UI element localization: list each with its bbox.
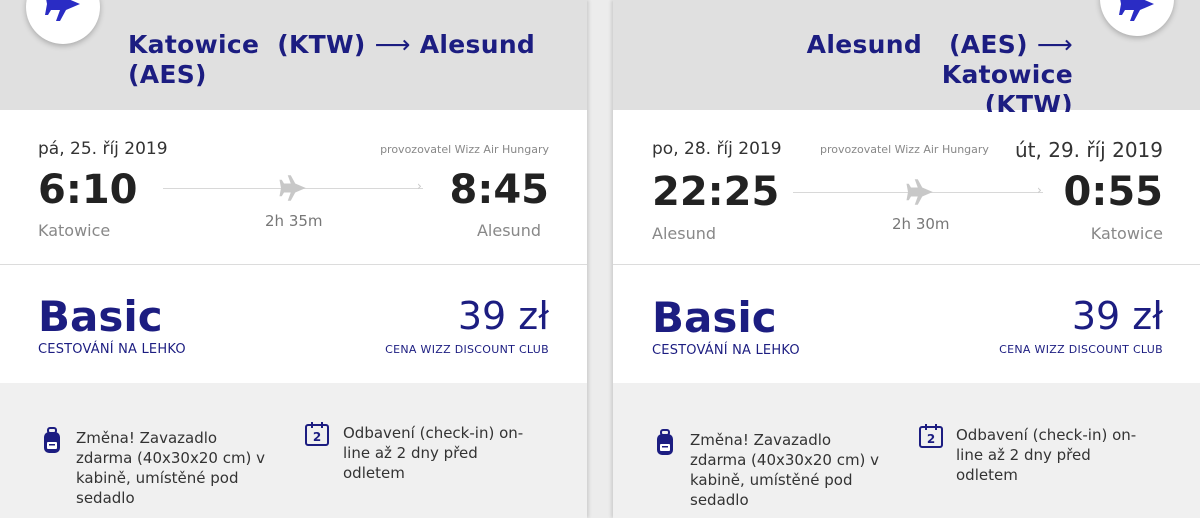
flight-duration: 2h 30m — [892, 215, 950, 233]
operator-label: provozovatel Wizz Air Hungary — [380, 143, 549, 156]
flight-header: Alesund (AES) ⟶ Katowice (KTW) — [613, 0, 1200, 119]
fare-section[interactable]: Basic CESTOVÁNÍ NA LEHKO 39 zł CENA WIZZ… — [613, 266, 1200, 382]
backpack-icon — [657, 429, 673, 455]
feature-online-checkin: Odbavení (check-in) on-line až 2 dny pře… — [956, 426, 1137, 484]
feature-cabin-bag: Změna! Zavazadlo zdarma (40x30x20 cm) v … — [76, 429, 266, 507]
fare-subtitle: CESTOVÁNÍ NA LEHKO — [38, 342, 186, 357]
route-line-arrowhead-icon: › — [1037, 183, 1042, 197]
price-subtitle: CENA WIZZ DISCOUNT CLUB — [385, 343, 549, 356]
fare-price: 39 zł — [457, 294, 549, 338]
plane-icon — [45, 0, 80, 21]
flight-header: Katowice (KTW) ⟶ Alesund (AES) — [0, 0, 587, 110]
departure-date: pá, 25. říj 2019 — [38, 139, 168, 159]
origin-city: Alesund — [806, 30, 923, 59]
origin-code: (KTW) — [277, 30, 366, 59]
departure-time: 6:10 — [38, 167, 138, 213]
route-line-arrowhead-icon: › — [417, 179, 422, 193]
backpack-icon — [44, 427, 60, 453]
operator-label: provozovatel Wizz Air Hungary — [820, 143, 989, 156]
destination-code: (AES) — [128, 60, 207, 89]
outbound-flight-card[interactable]: Katowice (KTW) ⟶ Alesund (AES) pá, 25. ř… — [0, 0, 587, 518]
arrival-time: 8:45 — [449, 167, 550, 213]
arrival-date: út, 29. říj 2019 — [1015, 138, 1163, 162]
origin-code: (AES) — [949, 30, 1028, 59]
calendar-icon: 2 — [919, 424, 943, 448]
arrival-city: Katowice — [1090, 224, 1163, 243]
calendar-badge: 2 — [313, 430, 321, 444]
route-arrow-icon: ⟶ — [374, 30, 411, 59]
departure-time: 22:25 — [652, 169, 780, 215]
fare-name: Basic — [38, 292, 163, 341]
feature-cabin-bag: Změna! Zavazadlo zdarma (40x30x20 cm) v … — [690, 431, 880, 509]
plane-icon — [1119, 0, 1154, 21]
fare-subtitle: CESTOVÁNÍ NA LEHKO — [652, 343, 800, 358]
fare-price: 39 zł — [1071, 294, 1163, 338]
feature-online-checkin: Odbavení (check-in) on-line až 2 dny pře… — [343, 424, 524, 482]
departure-city: Katowice — [38, 221, 111, 240]
flight-details: po, 28. říj 2019 provozovatel Wizz Air H… — [613, 112, 1200, 265]
flight-duration: 2h 35m — [265, 212, 323, 230]
route-arrow-icon: ⟶ — [1036, 30, 1073, 59]
small-plane-icon — [906, 179, 933, 205]
route-title: Katowice (KTW) ⟶ Alesund (AES) — [128, 30, 548, 90]
fare-section[interactable]: Basic CESTOVÁNÍ NA LEHKO 39 zł CENA WIZZ… — [0, 266, 587, 382]
return-flight-card[interactable]: Alesund (AES) ⟶ Katowice (KTW) po, 28. ř… — [613, 0, 1200, 518]
departure-city: Alesund — [652, 224, 717, 243]
fare-features: Změna! Zavazadlo zdarma (40x30x20 cm) v … — [613, 383, 1200, 518]
flight-details: pá, 25. říj 2019 provozovatel Wizz Air H… — [0, 112, 587, 265]
destination-city: Alesund — [419, 30, 536, 59]
calendar-icon: 2 — [305, 422, 329, 446]
destination-city: Katowice — [941, 60, 1073, 89]
departure-date: po, 28. říj 2019 — [652, 139, 782, 159]
origin-city: Katowice — [128, 30, 260, 59]
fare-name: Basic — [652, 293, 777, 342]
plane-badge — [26, 0, 100, 44]
route-title: Alesund (AES) ⟶ Katowice (KTW) — [683, 30, 1073, 120]
small-plane-icon — [279, 175, 306, 201]
fare-features: Změna! Zavazadlo zdarma (40x30x20 cm) v … — [0, 383, 587, 518]
arrival-city: Alesund — [476, 221, 541, 240]
plane-badge — [1100, 0, 1174, 36]
calendar-badge: 2 — [927, 432, 935, 446]
arrival-time: 0:55 — [1063, 169, 1164, 215]
price-subtitle: CENA WIZZ DISCOUNT CLUB — [999, 343, 1163, 356]
